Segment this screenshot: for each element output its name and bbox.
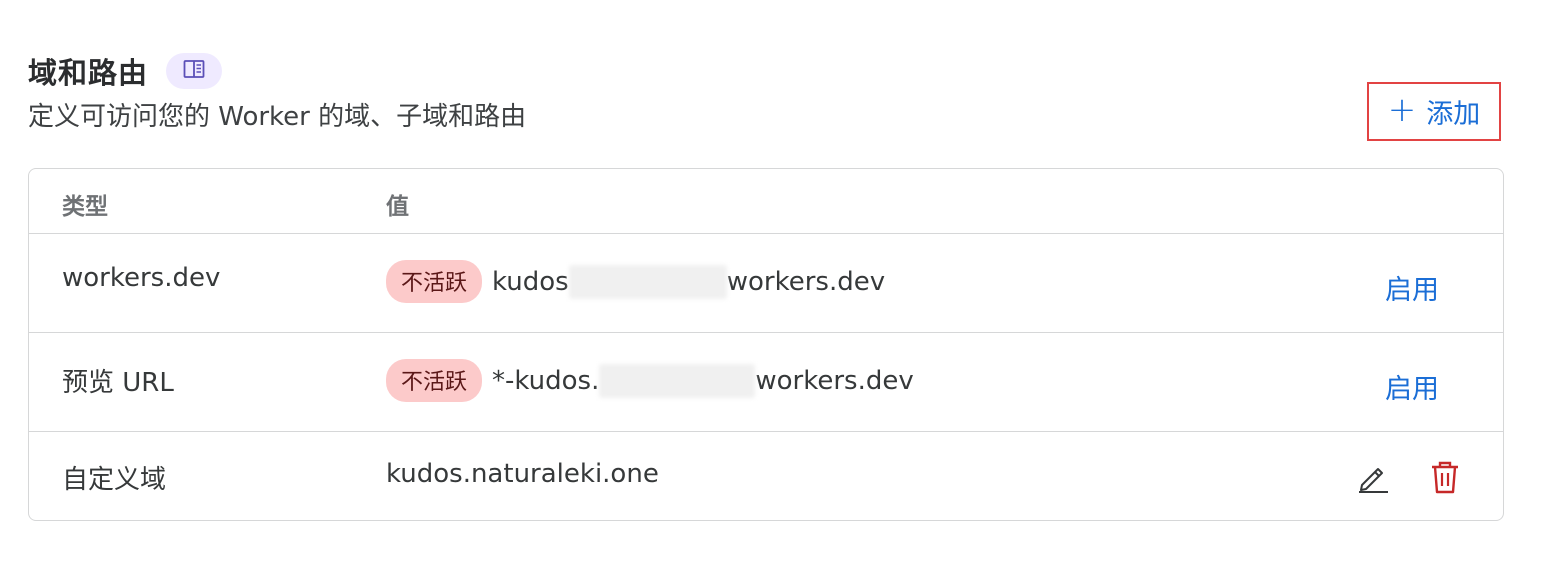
documentation-button[interactable] (166, 53, 223, 89)
row-value: kudos.naturaleki.one (386, 459, 659, 489)
section-header: 域和路由 (28, 50, 223, 92)
domains-routes-table: 类型 值 workers.dev 不活跃 kudos workers.dev 启… (28, 168, 1504, 521)
redacted-text (599, 363, 756, 398)
value-suffix: workers.dev (726, 266, 886, 297)
plus-icon: + (1387, 90, 1417, 130)
row-value: 不活跃 *-kudos. workers.dev (386, 359, 914, 402)
status-badge: 不活跃 (386, 260, 483, 303)
add-route-button[interactable]: + 添加 (1367, 82, 1501, 141)
column-header-value: 值 (386, 194, 409, 220)
value-prefix: *-kudos. (492, 365, 600, 396)
row-type: 自定义域 (62, 465, 167, 495)
value-prefix: kudos (492, 266, 569, 297)
section-title: 域和路由 (28, 56, 149, 90)
table-row: 自定义域 kudos.naturaleki.one (29, 431, 1503, 520)
table-row: 预览 URL 不活跃 *-kudos. workers.dev 启用 (29, 332, 1503, 432)
value-suffix: workers.dev (755, 365, 914, 396)
pencil-icon[interactable] (1354, 458, 1392, 496)
enable-link[interactable]: 启用 (1385, 268, 1439, 307)
enable-link[interactable]: 启用 (1385, 367, 1439, 406)
row-type: 预览 URL (62, 368, 174, 398)
book-open-icon (183, 59, 205, 83)
add-button-label: 添加 (1426, 99, 1481, 130)
row-type: workers.dev (62, 263, 221, 293)
row-value: 不活跃 kudos workers.dev (386, 260, 885, 303)
column-header-type: 类型 (62, 194, 108, 220)
section-subtitle: 定义可访问您的 Worker 的域、子域和路由 (28, 102, 527, 132)
redacted-text (568, 264, 727, 299)
table-header-row: 类型 值 (29, 169, 1503, 233)
trash-icon[interactable] (1426, 458, 1464, 496)
table-row: workers.dev 不活跃 kudos workers.dev 启用 (29, 233, 1503, 333)
status-badge: 不活跃 (386, 359, 483, 402)
